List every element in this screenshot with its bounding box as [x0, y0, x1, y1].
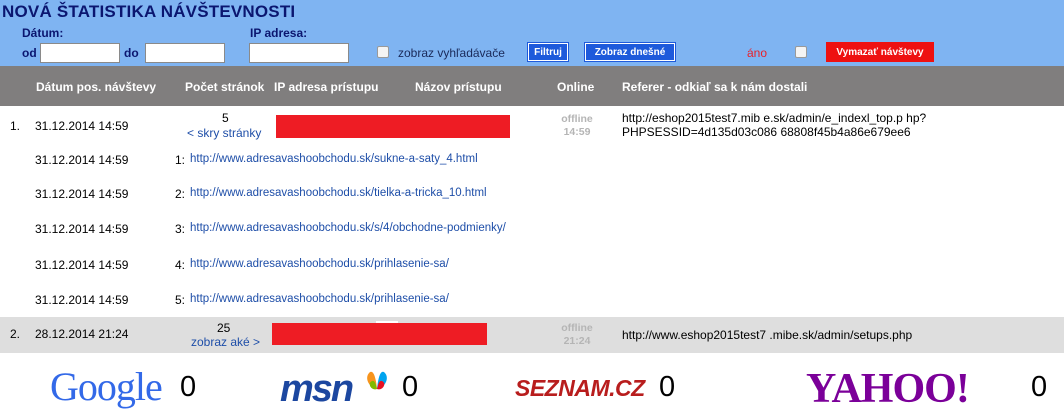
column-online: Online: [557, 80, 595, 94]
online-status: offline 14:59: [547, 113, 607, 139]
yes-label: áno: [747, 46, 768, 60]
google-count: 0: [180, 371, 197, 403]
column-referer: Referer - odkiaľ sa k nám dostali: [622, 80, 808, 94]
page-count: 5: [222, 111, 229, 125]
column-access-name: Názov prístupu: [415, 80, 502, 94]
ip-input[interactable]: [249, 43, 349, 63]
filter-bar: NOVÁ ŠTATISTIKA NÁVŠTEVNOSTI Dátum: od d…: [0, 0, 1064, 66]
page-visit-date: 31.12.2014 14:59: [35, 222, 129, 236]
msn-logo: msn: [280, 368, 354, 410]
redaction-mark: [376, 321, 398, 323]
page-url-link[interactable]: http://www.adresavashoobchodu.sk/prihlas…: [190, 293, 449, 305]
google-logo: Google: [50, 364, 163, 410]
page-url-link[interactable]: http://www.adresavashoobchodu.sk/prihlas…: [190, 258, 449, 270]
delete-visits-button[interactable]: Vymazať návštevy: [826, 42, 934, 62]
page-number: 2:: [175, 187, 186, 201]
page-count: 25: [217, 321, 231, 335]
filter-button[interactable]: Filtruj: [527, 42, 569, 62]
show-pages-link[interactable]: zobraz aké >: [191, 335, 260, 349]
status-text: offline: [561, 113, 593, 125]
row-index: 1.: [10, 119, 21, 133]
show-search-engines-checkbox[interactable]: [377, 46, 389, 58]
page-visit-date: 31.12.2014 14:59: [35, 187, 129, 201]
redacted-ip-block: [272, 323, 487, 345]
page-title: NOVÁ ŠTATISTIKA NÁVŠTEVNOSTI: [2, 2, 296, 21]
visit-date: 31.12.2014 14:59: [35, 119, 129, 133]
page-url-link[interactable]: http://www.adresavashoobchodu.sk/sukne-a…: [190, 153, 478, 165]
yahoo-logo-text: YAHOO!: [806, 366, 970, 412]
page-number: 5:: [175, 293, 186, 307]
seznam-logo-text: SEZNAM.CZ: [515, 375, 645, 401]
page-visit-date: 31.12.2014 14:59: [35, 258, 129, 272]
show-search-engines-label: zobraz vyhľadávače: [398, 46, 505, 60]
status-text: offline: [561, 322, 593, 334]
page-visit-date: 31.12.2014 14:59: [35, 153, 129, 167]
status-time: 14:59: [563, 126, 591, 138]
date-from-label: od: [22, 46, 37, 60]
msn-butterfly-icon: [367, 371, 387, 390]
referer-line-1: http://www.eshop2015test7 .mibe.sk/admin…: [622, 328, 913, 342]
column-ip: IP adresa prístupu: [274, 80, 379, 94]
status-time: 21:24: [563, 335, 591, 347]
online-status: offline 21:24: [547, 322, 607, 348]
google-logo-text: Google: [50, 364, 163, 409]
yahoo-logo: YAHOO!: [806, 366, 970, 412]
show-today-button[interactable]: Zobraz dnešné: [584, 42, 676, 62]
date-to-label: do: [124, 46, 139, 60]
page-visit-date: 31.12.2014 14:59: [35, 293, 129, 307]
page-number: 1:: [175, 153, 186, 167]
date-to-input[interactable]: [145, 43, 225, 63]
redacted-ip-block: [276, 115, 510, 138]
page-url-link[interactable]: http://www.adresavashoobchodu.sk/s/4/obc…: [190, 222, 506, 234]
referer-line-2: PHPSESSID=4d135d03c086 68808f45b4a86e679…: [622, 125, 911, 139]
date-label: Dátum:: [22, 26, 64, 40]
date-from-input[interactable]: [40, 43, 120, 63]
referer-line-1: http://eshop2015test7.mib e.sk/admin/e_i…: [622, 111, 927, 125]
msn-logo-text: msn: [280, 368, 354, 410]
page-number: 3:: [175, 222, 186, 236]
seznam-logo: SEZNAM.CZ: [515, 375, 645, 401]
page-url-link[interactable]: http://www.adresavashoobchodu.sk/tielka-…: [190, 187, 487, 199]
row-index: 2.: [10, 327, 21, 341]
ip-label: IP adresa:: [250, 26, 308, 40]
yahoo-count: 0: [1031, 371, 1048, 403]
visit-date: 28.12.2014 21:24: [35, 327, 129, 341]
msn-count: 0: [402, 371, 419, 403]
column-page-count: Počet stránok: [185, 80, 265, 94]
delete-confirm-checkbox[interactable]: [795, 46, 807, 58]
table-header: Dátum pos. návštevy Počet stránok IP adr…: [0, 66, 1064, 106]
page-number: 4:: [175, 258, 186, 272]
column-date: Dátum pos. návštevy: [36, 80, 157, 94]
seznam-count: 0: [659, 371, 676, 403]
hide-pages-link[interactable]: < skry stránky: [187, 126, 261, 140]
